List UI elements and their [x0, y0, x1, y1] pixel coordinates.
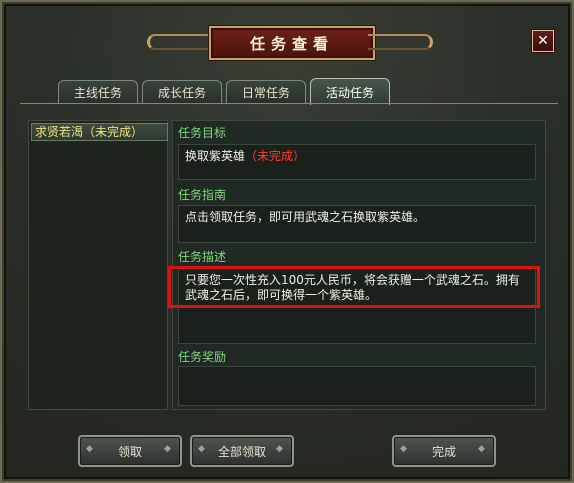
accept-all-button[interactable]: ◆ 全部领取 ◆ — [190, 435, 294, 467]
accept-all-button-label: 全部领取 — [217, 444, 266, 459]
ornament-icon: ◆ — [400, 444, 407, 454]
description-highlight — [168, 266, 540, 308]
tab-divider — [20, 103, 558, 104]
goal-label: 任务目标 — [178, 126, 227, 140]
window-title: 任务查看 — [209, 26, 375, 60]
tab-main-quests[interactable]: 主线任务 — [58, 80, 138, 103]
title-ornament-right — [368, 34, 433, 50]
ornament-icon: ◆ — [276, 444, 283, 454]
goal-text: 换取紫英雄 — [185, 149, 246, 163]
tab-daily-quests[interactable]: 日常任务 — [226, 80, 306, 103]
accept-button-label: 领取 — [117, 444, 142, 459]
description-label: 任务描述 — [178, 250, 227, 264]
complete-button-label: 完成 — [431, 444, 456, 459]
goal-box: 换取紫英雄（未完成） — [178, 144, 536, 180]
ornament-icon: ◆ — [86, 444, 93, 454]
guide-box: 点击领取任务，即可用武魂之石换取紫英雄。 — [178, 205, 536, 243]
tab-event-quests[interactable]: 活动任务 — [310, 78, 390, 105]
complete-button[interactable]: ◆ 完成 ◆ — [392, 435, 496, 467]
list-item[interactable]: 求贤若渴（未完成） — [31, 123, 168, 141]
ornament-icon: ◆ — [164, 444, 171, 454]
ornament-icon: ◆ — [198, 444, 205, 454]
quest-list: 求贤若渴（未完成） — [28, 120, 168, 410]
reward-label: 任务奖励 — [178, 350, 227, 364]
title-ornament-left — [147, 34, 212, 50]
reward-box — [178, 366, 536, 406]
guide-text: 点击领取任务，即可用武魂之石换取紫英雄。 — [185, 210, 426, 224]
quest-dialog: 任务查看 ✕ 主线任务 成长任务 日常任务 活动任务 求贤若渴（未完成） 任务目… — [0, 0, 574, 483]
accept-button[interactable]: ◆ 领取 ◆ — [78, 435, 182, 467]
close-icon[interactable]: ✕ — [532, 30, 554, 52]
guide-label: 任务指南 — [178, 188, 227, 202]
reward-text — [179, 367, 535, 375]
ornament-icon: ◆ — [478, 444, 485, 454]
title-banner: 任务查看 — [147, 22, 433, 66]
goal-status: （未完成） — [245, 149, 306, 163]
tab-growth-quests[interactable]: 成长任务 — [142, 80, 222, 103]
